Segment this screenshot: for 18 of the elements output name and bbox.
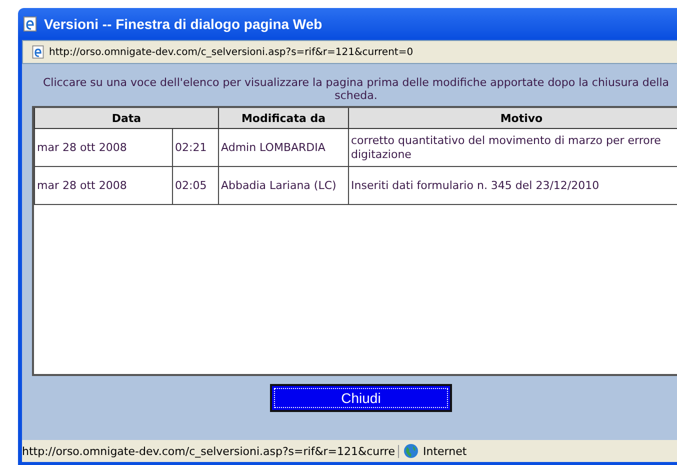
close-dialog-button[interactable]: Chiudi (270, 384, 452, 412)
security-zone: Internet (423, 444, 467, 458)
date-cell[interactable]: mar 28 ott 2008 (34, 166, 172, 204)
instruction-text: Cliccare su una voce dell'elenco per visualizzare la pagina prima delle modifiche apportate dopo la chiusura della scheda. (42, 76, 670, 102)
browser-page-icon (31, 45, 45, 59)
status-url: http://orso.omnigate-dev.com/c_selversioni.asp?s=rif&r=121&curre (22, 444, 399, 458)
column-header: Motivo (348, 108, 677, 128)
column-header: Modificata da (218, 108, 348, 128)
time-cell[interactable]: 02:21 (172, 128, 218, 166)
browser-page-icon (22, 16, 38, 32)
address-url: http://orso.omnigate-dev.com/c_selversioni.asp?s=rif&r=121&current=0 (49, 46, 414, 58)
column-header: Data (34, 108, 218, 128)
date-cell[interactable]: mar 28 ott 2008 (34, 128, 172, 166)
author-cell[interactable]: Abbadia Lariana (LC) (218, 166, 348, 204)
window-title: Versioni -- Finestra di dialogo pagina Web (44, 16, 322, 32)
author-cell[interactable]: Admin LOMBARDIA (218, 128, 348, 166)
time-cell[interactable]: 02:05 (172, 166, 218, 204)
globe-icon (403, 443, 419, 459)
